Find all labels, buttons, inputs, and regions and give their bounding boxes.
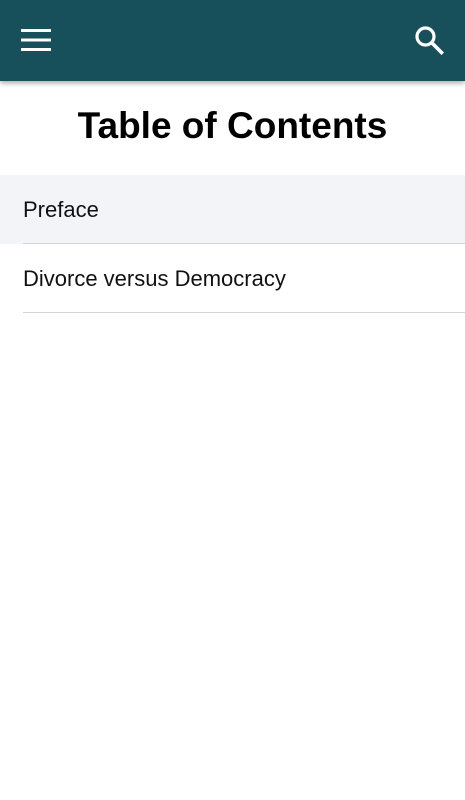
- page-title: Table of Contents: [77, 105, 388, 146]
- toc-item-preface[interactable]: Preface: [0, 175, 465, 244]
- search-button[interactable]: [407, 18, 451, 62]
- toc-item-label: Preface: [23, 196, 99, 222]
- toc-item-divorce-versus-democracy[interactable]: Divorce versus Democracy: [0, 244, 465, 313]
- toc-item-label: Divorce versus Democracy: [23, 265, 286, 291]
- toc-list: Preface Divorce versus Democracy: [0, 175, 465, 313]
- hamburger-menu-icon: [21, 29, 51, 51]
- search-icon: [415, 26, 444, 55]
- menu-button[interactable]: [14, 18, 58, 62]
- app-bar: [0, 0, 465, 81]
